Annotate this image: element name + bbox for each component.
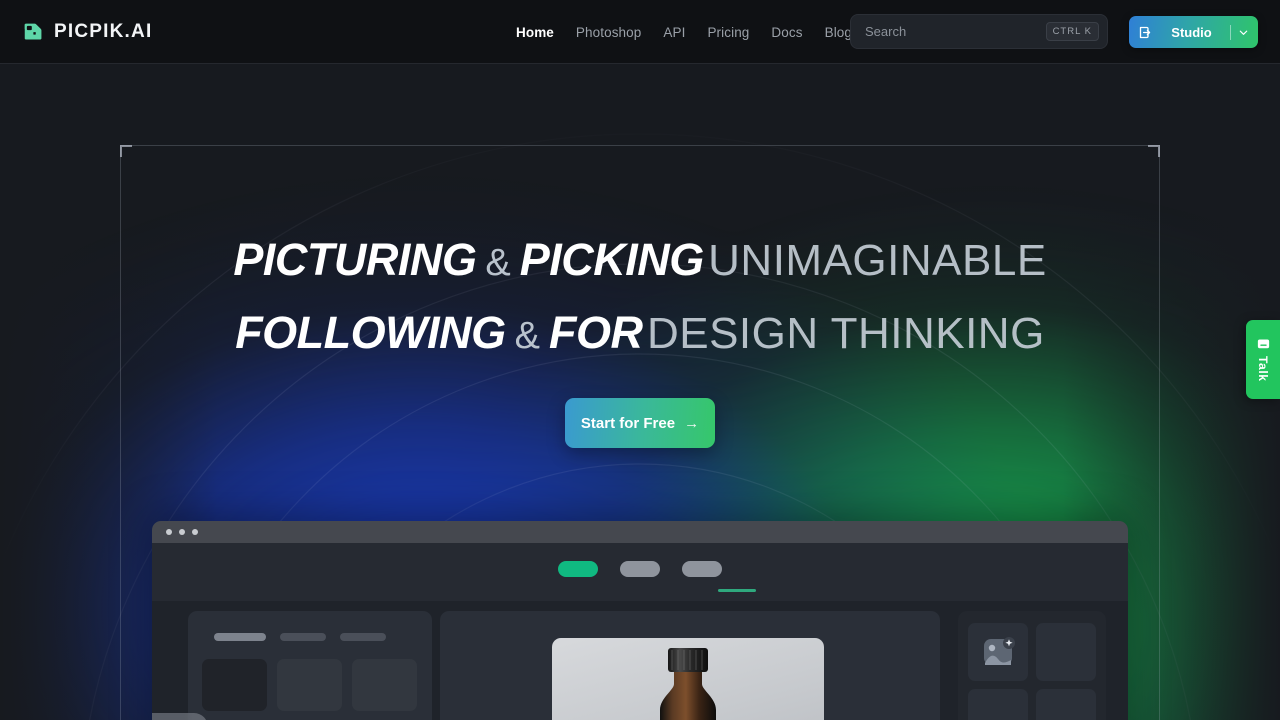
window-title-bar <box>152 521 1128 543</box>
top-navigation-bar: PICPIK.AI Home Photoshop API Pricing Doc… <box>0 0 1280 64</box>
cta-label: Start for Free <box>580 414 676 432</box>
nav-item-api[interactable]: API <box>663 25 685 40</box>
thumbnail-grid <box>968 623 1096 720</box>
studio-button[interactable]: Studio <box>1129 16 1258 48</box>
page-root: PICPIK.AI Home Photoshop API Pricing Doc… <box>0 0 1280 720</box>
search-input[interactable]: Search CTRL K <box>850 14 1108 49</box>
nav-item-docs[interactable]: Docs <box>771 25 802 40</box>
talk-widget-label: Talk <box>1256 356 1270 382</box>
chevron-down-icon[interactable] <box>1238 27 1249 38</box>
window-dot-minimize[interactable] <box>179 529 185 535</box>
nav-item-home[interactable]: Home <box>516 25 554 40</box>
preview-card[interactable] <box>202 659 267 711</box>
talk-widget-button[interactable]: Talk <box>1246 320 1280 399</box>
studio-divider <box>1230 24 1231 40</box>
picpik-tag-logo-icon <box>24 23 42 40</box>
thumbnail-item[interactable] <box>968 623 1028 681</box>
preview-tab-3[interactable] <box>682 561 722 577</box>
thumbnail-item[interactable] <box>1036 623 1096 681</box>
preview-card[interactable] <box>277 659 342 711</box>
app-preview-body: ERBOLOGY <box>152 543 1128 720</box>
skeleton-bar <box>214 633 266 641</box>
skeleton-label-row <box>214 633 386 641</box>
thumbnail-item[interactable] <box>968 689 1028 720</box>
nav-item-blog[interactable]: Blog <box>825 25 852 40</box>
preview-center-panel: ERBOLOGY <box>440 611 940 720</box>
thumbnail-item[interactable] <box>1036 689 1096 720</box>
main-nav: Home Photoshop API Pricing Docs Blog <box>516 0 852 64</box>
app-icon-badge <box>152 713 208 720</box>
hero-section: PICTURING & PICKING UNIMAGINABLE FOLLOWING… <box>0 64 1280 720</box>
window-dot-close[interactable] <box>166 529 172 535</box>
preview-left-panel <box>188 611 432 720</box>
login-enter-icon <box>1139 26 1151 38</box>
preview-tab-1[interactable] <box>558 561 598 577</box>
nav-item-pricing[interactable]: Pricing <box>707 25 749 40</box>
preview-tab-strip <box>152 561 1128 577</box>
arrow-right-icon: → <box>684 414 700 432</box>
search-shortcut-badge: CTRL K <box>1045 22 1099 41</box>
skeleton-bar <box>340 633 386 641</box>
preview-tab-2[interactable] <box>620 561 660 577</box>
window-dot-maximize[interactable] <box>192 529 198 535</box>
brand-logo[interactable]: PICPIK.AI <box>22 21 152 43</box>
product-photo: ERBOLOGY <box>552 638 824 720</box>
start-for-free-button[interactable]: Start for Free → <box>565 398 715 448</box>
app-preview-window: ERBOLOGY <box>152 521 1128 720</box>
skeleton-bar <box>280 633 326 641</box>
preview-card-row <box>202 659 417 711</box>
search-placeholder: Search <box>865 24 907 39</box>
preview-tab-active-underline <box>718 589 756 592</box>
chat-bubble-icon <box>1257 339 1269 349</box>
studio-button-label: Studio <box>1171 24 1212 40</box>
erbology-bottle-image: ERBOLOGY <box>660 648 716 720</box>
preview-stage: ERBOLOGY <box>152 601 1128 720</box>
nav-item-photoshop[interactable]: Photoshop <box>576 25 641 40</box>
brand-name: PICPIK.AI <box>54 20 153 42</box>
preview-right-panel <box>958 611 1106 720</box>
image-sparkle-icon <box>984 637 1015 665</box>
preview-card[interactable] <box>352 659 417 711</box>
